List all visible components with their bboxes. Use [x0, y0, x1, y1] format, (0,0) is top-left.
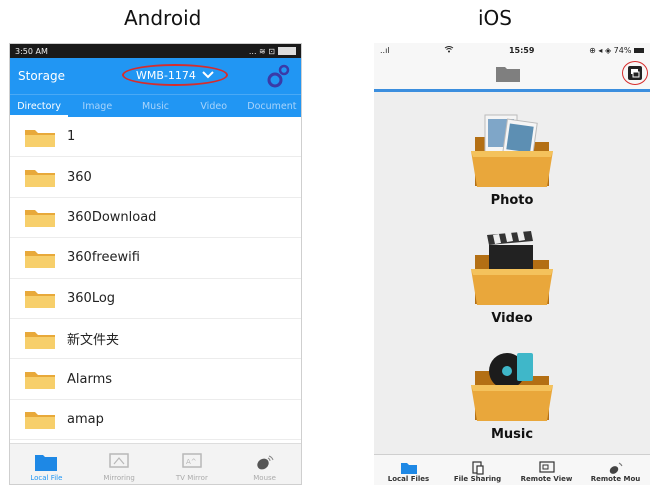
- file-name: 1: [67, 129, 76, 145]
- battery-icon: [278, 47, 296, 55]
- file-name: 360Log: [67, 290, 116, 306]
- svg-text:A^: A^: [186, 458, 197, 466]
- folder-icon: [25, 170, 55, 188]
- tab-video[interactable]: Video: [185, 101, 243, 117]
- file-sharing-icon: [471, 461, 484, 475]
- file-row[interactable]: amap: [10, 400, 301, 441]
- category-label: Music: [490, 427, 534, 442]
- file-list: 1 360 360Download 360freewifi 360Log 新文件…: [10, 117, 301, 441]
- android-heading: Android: [124, 6, 202, 30]
- file-name: Alarms: [67, 371, 113, 387]
- file-row[interactable]: 360Log: [10, 279, 301, 319]
- file-name: 360Download: [67, 209, 157, 225]
- status-icons: ... ≋ ⊡: [249, 47, 296, 56]
- device-name: WMB-1174: [136, 68, 196, 82]
- tab-music[interactable]: Music: [126, 101, 184, 117]
- category-video[interactable]: Video: [374, 229, 650, 326]
- android-tabs: Directory Image Music Video Document: [10, 94, 301, 117]
- video-folder-icon: [471, 231, 553, 305]
- file-row[interactable]: 360Download: [10, 198, 301, 239]
- app-title: Storage: [18, 69, 65, 83]
- signal-icon: ..ıl: [380, 45, 390, 55]
- category-label: Photo: [490, 193, 534, 208]
- category-photo[interactable]: Photo: [374, 111, 650, 208]
- android-status-bar: 3:50 AM ... ≋ ⊡: [10, 44, 301, 58]
- folder-icon: [400, 463, 417, 474]
- folder-icon: [25, 129, 55, 147]
- nav-local-files[interactable]: Local Files: [374, 455, 443, 485]
- tv-mirror-icon: A^: [182, 453, 202, 468]
- nav-remote-view[interactable]: Remote View: [512, 455, 581, 485]
- file-row[interactable]: Alarms: [10, 359, 301, 400]
- mouse-icon: [256, 455, 274, 470]
- file-name: 360freewifi: [67, 250, 140, 266]
- nav-remote-mouse[interactable]: Remote Mou: [581, 455, 650, 485]
- ios-status-bar: ..ıl 15:59 ⊕ ◂ ◈ 74%: [374, 43, 650, 57]
- category-music[interactable]: Music: [374, 345, 650, 442]
- android-app-bar: Storage WMB-1174: [10, 58, 301, 94]
- folder-icon: [25, 412, 55, 430]
- ios-screen: ..ıl 15:59 ⊕ ◂ ◈ 74% Photo Video Music L…: [374, 43, 650, 485]
- tab-document[interactable]: Document: [243, 101, 301, 117]
- file-name: 新文件夹: [67, 333, 120, 349]
- folder-icon[interactable]: [495, 65, 521, 83]
- mirroring-icon: [109, 453, 129, 468]
- remote-view-icon: [538, 461, 555, 473]
- status-time: 3:50 AM: [15, 46, 48, 56]
- status-time: 15:59: [508, 45, 535, 55]
- file-row[interactable]: 360: [10, 157, 301, 198]
- android-screen: 3:50 AM ... ≋ ⊡ Storage WMB-1174 Directo…: [9, 43, 302, 485]
- android-bottom-nav: Local File Mirroring A^ TV Mirror Mouse: [10, 443, 301, 484]
- nav-file-sharing[interactable]: File Sharing: [443, 455, 512, 485]
- chevron-down-icon: [202, 71, 214, 79]
- folder-icon: [25, 331, 55, 349]
- ios-bottom-nav: Local Files File Sharing Remote View Rem…: [374, 454, 650, 485]
- nav-local-file[interactable]: Local File: [10, 444, 83, 484]
- nav-mouse[interactable]: Mouse: [228, 444, 301, 484]
- file-row[interactable]: 新文件夹: [10, 319, 301, 360]
- share-button[interactable]: [622, 61, 648, 85]
- nav-tv-mirror[interactable]: A^ TV Mirror: [156, 444, 229, 484]
- tab-image[interactable]: Image: [68, 101, 126, 117]
- category-label: Video: [491, 311, 533, 326]
- status-right: ⊕ ◂ ◈ 74%: [589, 46, 644, 55]
- file-row[interactable]: 360freewifi: [10, 238, 301, 279]
- folder-icon: [25, 210, 55, 228]
- music-folder-icon: [471, 353, 553, 421]
- mouse-icon: [609, 462, 622, 474]
- tab-directory[interactable]: Directory: [10, 101, 69, 117]
- folder-icon: [25, 291, 55, 309]
- battery-icon: [633, 47, 644, 53]
- device-selector[interactable]: WMB-1174: [122, 64, 228, 86]
- wifi-icon: [444, 45, 454, 55]
- settings-gear-icon[interactable]: [265, 63, 291, 89]
- ios-heading: iOS: [478, 6, 512, 30]
- ios-toolbar: [374, 57, 650, 92]
- photo-folder-icon: [471, 114, 553, 187]
- transfer-icon: [628, 66, 642, 80]
- folder-icon: [25, 372, 55, 390]
- folder-icon: [25, 250, 55, 268]
- folder-icon: [35, 455, 58, 471]
- file-name: 360: [67, 169, 92, 185]
- nav-mirroring[interactable]: Mirroring: [83, 444, 156, 484]
- file-row[interactable]: 1: [10, 117, 301, 158]
- file-name: amap: [67, 411, 104, 427]
